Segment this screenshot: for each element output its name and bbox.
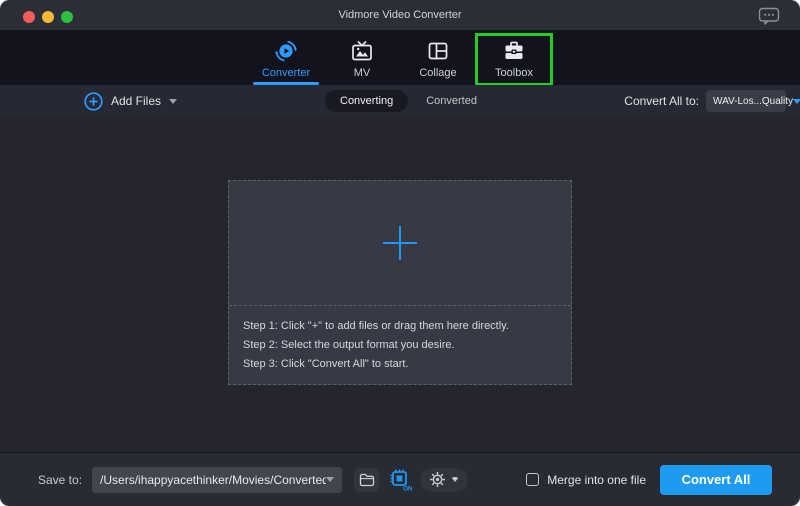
- traffic-lights: [23, 11, 73, 23]
- merge-checkbox[interactable]: [526, 473, 540, 486]
- add-files-plus-icon[interactable]: [383, 226, 417, 260]
- file-drop-zone[interactable]: Step 1: Click "+" to add files or drag t…: [228, 180, 572, 385]
- footer-bar: Save to: /Users/ihappyacethinker/Movies/…: [0, 452, 800, 506]
- instruction-steps: Step 1: Click "+" to add files or drag t…: [229, 306, 571, 384]
- tab-mv-label: MV: [353, 67, 371, 79]
- convert-all-to-label: Convert All to:: [624, 94, 699, 108]
- converter-sync-play-icon: [275, 40, 297, 62]
- main-area: Step 1: Click "+" to add files or drag t…: [0, 117, 800, 452]
- save-to-label: Save to:: [38, 472, 83, 487]
- zoom-button[interactable]: [61, 11, 73, 23]
- hardware-acceleration-toggle[interactable]: ON: [387, 468, 412, 492]
- tab-converter[interactable]: Converter: [253, 39, 319, 85]
- save-path-caret-icon[interactable]: [326, 477, 335, 482]
- sub-toolbar: Add Files Converting Converted Convert A…: [0, 85, 800, 117]
- toolbox-briefcase-icon: [505, 41, 523, 59]
- merge-into-one-file-option[interactable]: Merge into one file: [526, 473, 646, 487]
- output-format-value: WAV-Los...Quality: [713, 95, 794, 107]
- gear-icon: [430, 472, 446, 487]
- tab-toolbox-label: Toolbox: [495, 67, 533, 79]
- output-format-select[interactable]: WAV-Los...Quality: [706, 90, 800, 112]
- title-bar: Vidmore Video Converter: [0, 0, 800, 30]
- save-path-value: /Users/ihappyacethinker/Movies/Converted: [100, 472, 327, 487]
- add-files-button[interactable]: Add Files: [84, 85, 178, 117]
- save-path-field[interactable]: /Users/ihappyacethinker/Movies/Converted: [92, 466, 343, 493]
- folder-icon: [359, 473, 374, 486]
- tab-converter-label: Converter: [261, 67, 311, 79]
- add-files-caret-icon[interactable]: [169, 98, 178, 104]
- hw-accel-on-badge: ON: [403, 485, 412, 492]
- close-button[interactable]: [23, 11, 35, 23]
- drop-zone-add-area[interactable]: [229, 181, 571, 306]
- main-nav: Converter MV Collage Toolbox: [0, 30, 800, 86]
- tab-collage[interactable]: Collage: [405, 39, 471, 80]
- step-1: Step 1: Click "+" to add files or drag t…: [243, 319, 509, 332]
- tab-collage-label: Collage: [419, 67, 457, 79]
- tab-converting[interactable]: Converting: [325, 90, 409, 112]
- queue-view-tabs: Converting Converted: [325, 85, 477, 117]
- open-folder-button[interactable]: [354, 467, 380, 492]
- tab-toolbox[interactable]: Toolbox: [475, 33, 553, 86]
- tab-converted[interactable]: Converted: [426, 95, 477, 107]
- gpu-chip-icon: ON: [390, 469, 412, 492]
- app-window: Vidmore Video Converter Converter MV Col…: [0, 0, 800, 506]
- speech-bubble-icon: [758, 7, 780, 25]
- window-title: Vidmore Video Converter: [338, 9, 462, 21]
- add-files-label: Add Files: [111, 94, 162, 108]
- collage-grid-icon: [428, 42, 448, 60]
- settings-caret-icon: [451, 477, 460, 482]
- add-plus-circle-icon: [84, 91, 103, 111]
- step-2: Step 2: Select the output format you des…: [243, 338, 455, 351]
- tab-mv[interactable]: MV: [329, 39, 395, 80]
- mv-screen-icon: [352, 40, 372, 61]
- feedback-button[interactable]: [758, 7, 780, 25]
- step-3: Step 3: Click "Convert All" to start.: [243, 358, 409, 371]
- format-caret-icon: [793, 98, 800, 104]
- merge-label: Merge into one file: [547, 472, 646, 487]
- settings-button[interactable]: [420, 467, 469, 492]
- convert-all-button[interactable]: Convert All: [660, 464, 772, 495]
- convert-all-to-group: Convert All to: WAV-Los...Quality: [624, 85, 800, 117]
- minimize-button[interactable]: [42, 11, 54, 23]
